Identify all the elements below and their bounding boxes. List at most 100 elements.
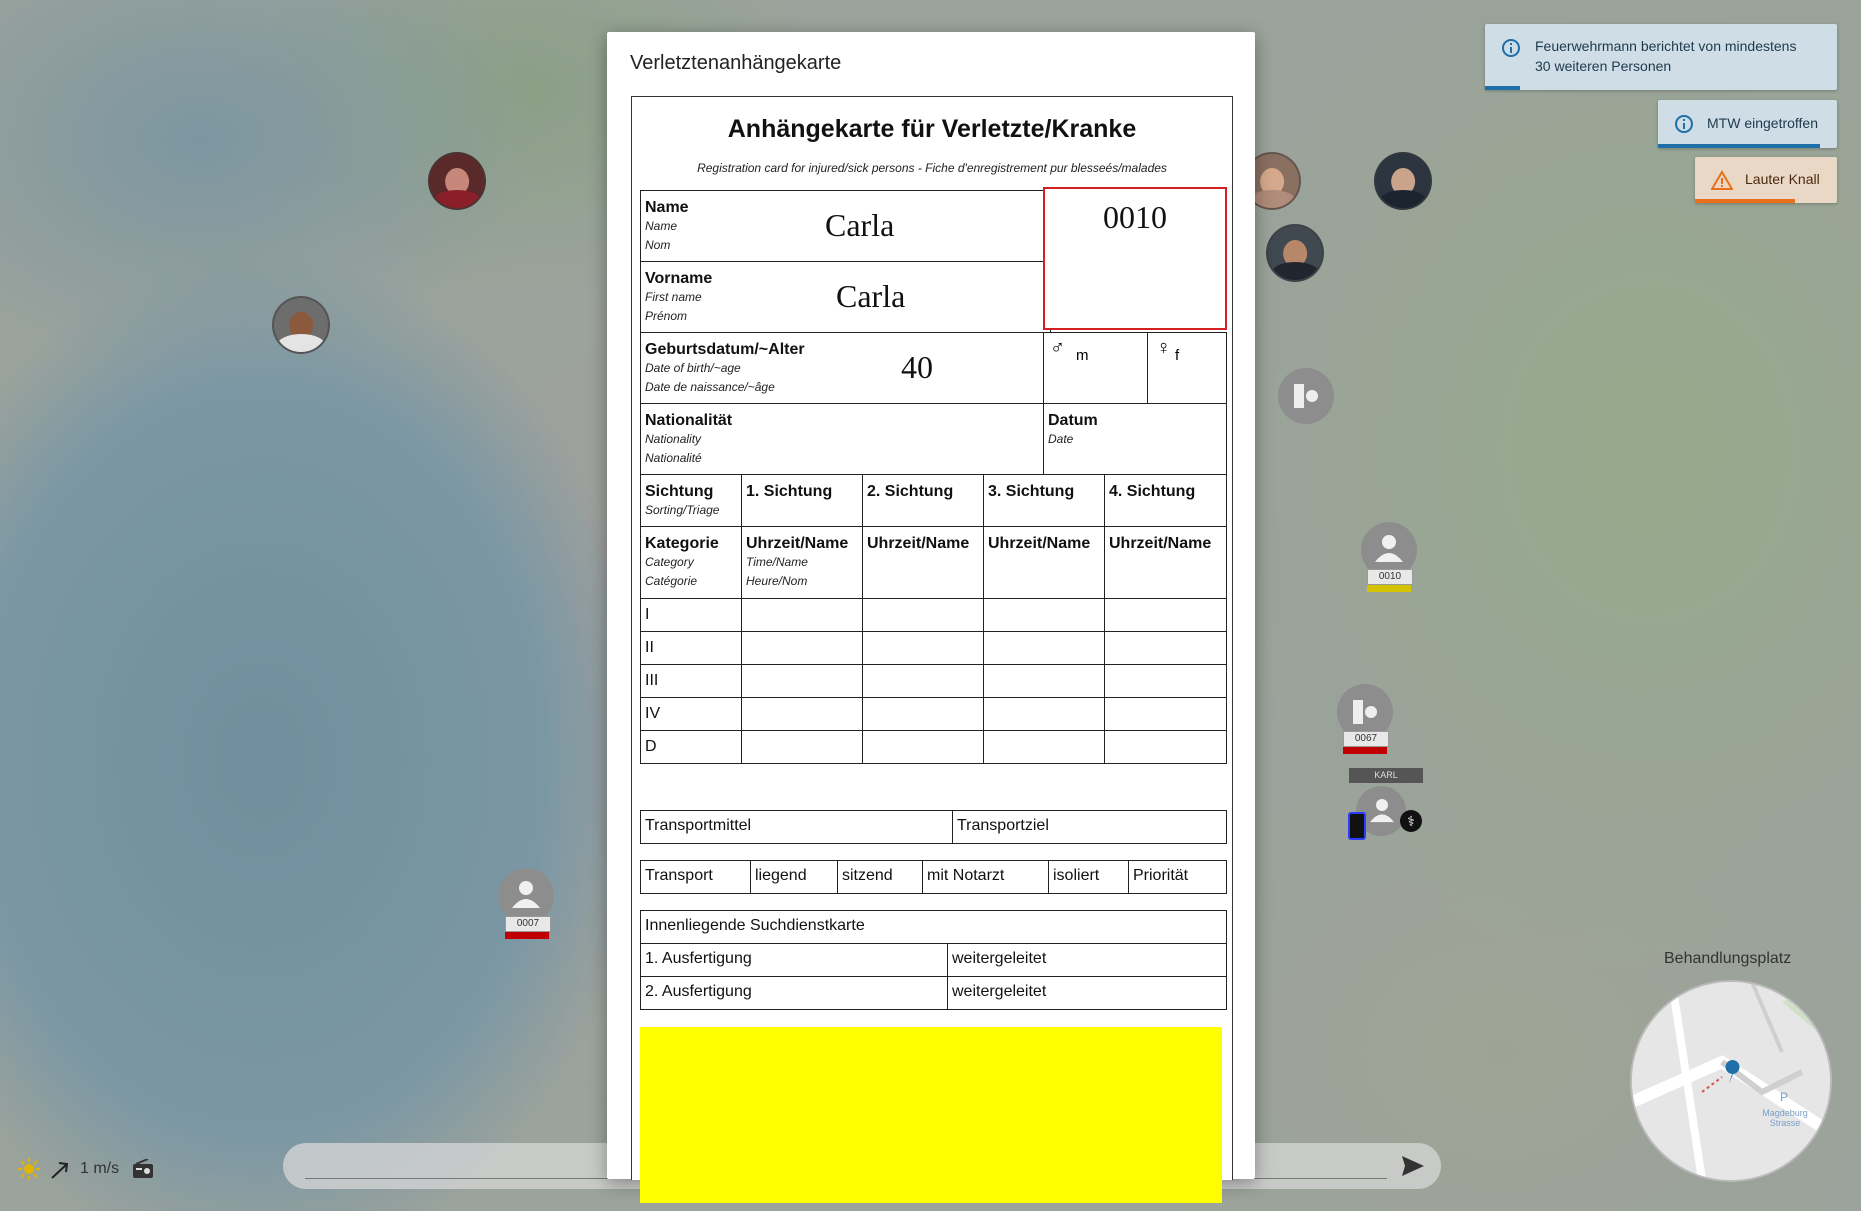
triage-entry-cell[interactable] — [983, 598, 1105, 632]
transport-means-label: Transportmittel — [645, 817, 752, 834]
sex-female-box[interactable]: ♀ f — [1147, 332, 1227, 404]
personnel-avatar[interactable] — [1374, 152, 1432, 210]
triage-category-label: I — [645, 606, 650, 623]
sex-male-box[interactable]: ♂ m — [1043, 332, 1148, 404]
material-icon — [1294, 384, 1318, 408]
triage-entry-cell[interactable] — [741, 697, 863, 731]
copy1-forwarded-field[interactable]: weitergeleitet — [947, 943, 1227, 977]
triage-entry-cell[interactable] — [1104, 664, 1227, 698]
triage-col-3: 3. Sichtung — [983, 474, 1105, 527]
firstname-field[interactable]: Vorname First name Prénom Carla — [640, 261, 1051, 333]
minimap[interactable]: P Magdeburg Strasse — [1630, 980, 1832, 1182]
transport-sitting-option[interactable]: sitzend — [837, 860, 923, 894]
triage-entry-cell[interactable] — [741, 730, 863, 764]
triage-col-label: 4. Sichtung — [1109, 483, 1196, 500]
nationality-field[interactable]: Nationalität Nationality Nationalité — [640, 403, 1051, 475]
triage-category-label: D — [645, 738, 657, 755]
transport-cell[interactable]: Transport — [640, 860, 751, 894]
triage-entry-cell[interactable] — [1104, 730, 1227, 764]
male-symbol-icon: ♂ — [1050, 337, 1065, 359]
triage-category-cell[interactable]: D — [640, 730, 742, 764]
triage-entry-cell[interactable] — [741, 664, 863, 698]
female-symbol-icon: ♀ — [1156, 337, 1171, 359]
transport-means-field[interactable]: Transportmittel — [640, 810, 953, 844]
triage-entry-cell[interactable] — [983, 664, 1105, 698]
triage-category-label: II — [645, 639, 654, 656]
triage-category-cell[interactable]: III — [640, 664, 742, 698]
personnel-avatar[interactable] — [272, 296, 330, 354]
toast-firefighter-report[interactable]: Feuerwehrmann berichtet von mindestens 3… — [1485, 24, 1837, 90]
name-label: Name — [645, 199, 689, 216]
triage-col-1: 1. Sichtung — [741, 474, 863, 527]
vehicle-label: KARL — [1349, 768, 1423, 783]
transport-priority-option[interactable]: Priorität — [1128, 860, 1227, 894]
birthdate-field[interactable]: Geburtsdatum/~Alter Date of birth/~age D… — [640, 332, 1051, 404]
minimap-title: Behandlungsplatz — [1664, 950, 1792, 967]
emergency-doctor-label: mit Notarzt — [927, 867, 1005, 884]
triage-category-cell[interactable]: IV — [640, 697, 742, 731]
patient-tag-card: Anhängekarte für Verletzte/Kranke Regist… — [631, 96, 1233, 1203]
time-name-label: Uhrzeit/Name — [1109, 535, 1212, 552]
birthdate-label-fr: Date de naissance/~âge — [645, 380, 775, 394]
patient-id-number: 0010 — [1103, 199, 1167, 235]
nationality-label-fr: Nationalité — [645, 451, 702, 465]
toast-progress — [1695, 199, 1795, 203]
triage-entry-cell[interactable] — [983, 730, 1105, 764]
birthdate-label-en: Date of birth/~age — [645, 361, 741, 375]
copy2-forwarded-field[interactable]: weitergeleitet — [947, 976, 1227, 1010]
transport-emergency-doctor-option[interactable]: mit Notarzt — [922, 860, 1049, 894]
dialog-title: Verletztenanhängekarte — [630, 52, 842, 74]
transport-target-field[interactable]: Transportziel — [952, 810, 1227, 844]
date-field[interactable]: Datum Date — [1043, 403, 1227, 475]
personnel-avatar[interactable] — [428, 152, 486, 210]
triage-col-label: 2. Sichtung — [867, 483, 954, 500]
triage-entry-cell[interactable] — [1104, 697, 1227, 731]
patient-id-box: 0010 — [1043, 187, 1227, 330]
category-label: Kategorie — [645, 535, 719, 552]
triage-entry-cell[interactable] — [1104, 631, 1227, 665]
copy1-field[interactable]: 1. Ausfertigung — [640, 943, 948, 977]
transport-isolated-option[interactable]: isoliert — [1048, 860, 1129, 894]
forwarded-label: weitergeleitet — [952, 950, 1047, 967]
triage-entry-cell[interactable] — [862, 631, 984, 665]
firstname-label-en: First name — [645, 290, 702, 304]
triage-entry-cell[interactable] — [741, 598, 863, 632]
toast-progress — [1658, 144, 1820, 148]
search-card-label: Innenliegende Suchdienstkarte — [645, 917, 865, 934]
material-marker[interactable] — [1278, 368, 1334, 424]
triage-entry-cell[interactable] — [983, 631, 1105, 665]
transport-lying-option[interactable]: liegend — [750, 860, 838, 894]
time-name-label-en: Time/Name — [746, 555, 808, 569]
triage-col-label: 3. Sichtung — [988, 483, 1075, 500]
triage-entry-cell[interactable] — [983, 697, 1105, 731]
copy2-field[interactable]: 2. Ausfertigung — [640, 976, 948, 1010]
warning-icon — [1711, 170, 1733, 190]
triage-entry-cell[interactable] — [862, 598, 984, 632]
toast-text: MTW eingetroffen — [1707, 115, 1819, 131]
toast-mtw-arrived[interactable]: MTW eingetroffen — [1658, 100, 1837, 148]
search-card-header: Innenliegende Suchdienstkarte — [640, 910, 1227, 944]
triage-entry-cell[interactable] — [1104, 598, 1227, 632]
category-label-en: Category — [645, 555, 694, 569]
triage-category-cell[interactable]: II — [640, 631, 742, 665]
birthdate-label: Geburtsdatum/~Alter — [645, 341, 805, 358]
name-field[interactable]: Name Name Nom Carla — [640, 190, 1051, 262]
triage-entry-cell[interactable] — [862, 664, 984, 698]
radio-icon[interactable] — [132, 1159, 154, 1179]
time-name-label-fr: Heure/Nom — [746, 574, 808, 588]
send-icon[interactable] — [1401, 1155, 1425, 1177]
triage-entry-cell[interactable] — [862, 697, 984, 731]
minimap-roads — [1632, 982, 1830, 1180]
triage-label: Sichtung — [645, 483, 714, 500]
minimap-parking-label: P — [1780, 1090, 1789, 1104]
triage-entry-cell[interactable] — [862, 730, 984, 764]
triage-category-cell[interactable]: I — [640, 598, 742, 632]
personnel-avatar[interactable] — [1266, 224, 1324, 282]
toast-progress — [1485, 86, 1520, 90]
triage-col-4: 4. Sichtung — [1104, 474, 1227, 527]
triage-entry-cell[interactable] — [741, 631, 863, 665]
toast-loud-bang[interactable]: Lauter Knall — [1695, 157, 1837, 203]
time-name-cell: Uhrzeit/Name — [1104, 526, 1227, 599]
transport-target-label: Transportziel — [957, 817, 1049, 834]
toast-text: 30 weiteren Personen — [1535, 58, 1672, 74]
